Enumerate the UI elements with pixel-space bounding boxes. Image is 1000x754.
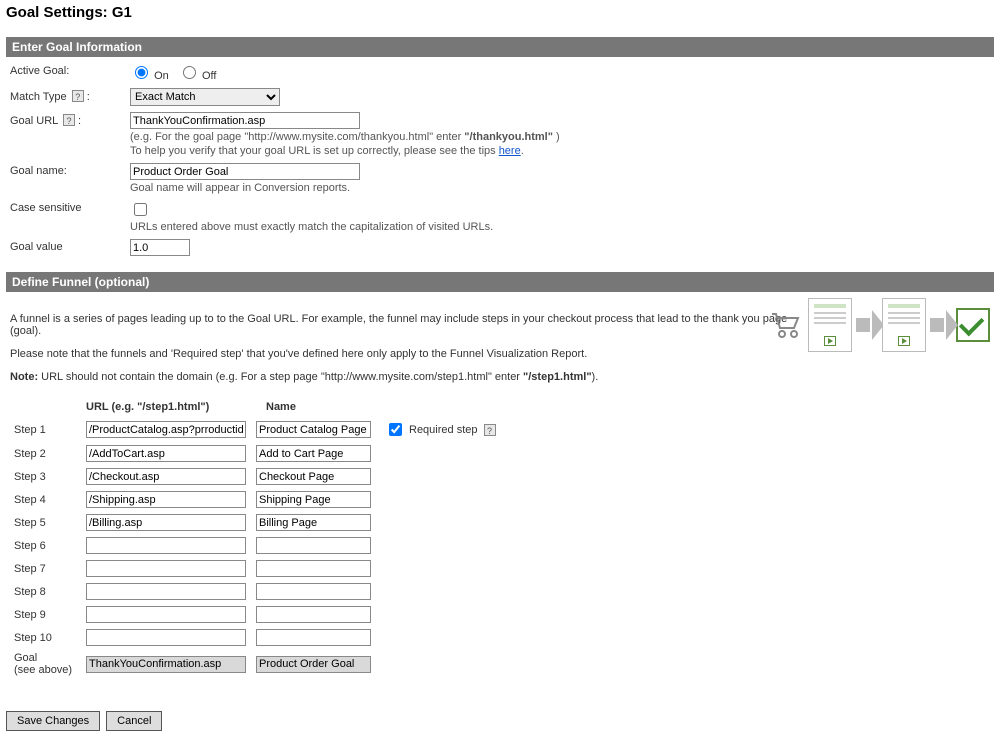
step-row: Step 10 bbox=[10, 626, 990, 649]
step-row: Step 9 bbox=[10, 603, 990, 626]
step-url-input[interactable] bbox=[86, 421, 246, 438]
step-name-input[interactable] bbox=[256, 560, 371, 577]
help-icon[interactable]: ? bbox=[484, 424, 496, 436]
step-row: Step 2 bbox=[10, 442, 990, 465]
label-required-step: Required step bbox=[409, 424, 478, 436]
step-name-input[interactable] bbox=[256, 491, 371, 508]
step-label: Step 9 bbox=[14, 609, 86, 621]
step-name-input[interactable] bbox=[256, 629, 371, 646]
input-goal-value[interactable] bbox=[130, 239, 190, 256]
label-goal-value: Goal value bbox=[10, 239, 130, 253]
step-label: Step 5 bbox=[14, 517, 86, 529]
input-goal-name-readonly bbox=[256, 656, 371, 673]
select-match-type[interactable]: Exact MatchHead MatchRegular Expression … bbox=[130, 88, 280, 106]
step-label: Step 8 bbox=[14, 586, 86, 598]
step-name-input[interactable] bbox=[256, 606, 371, 623]
link-tips-here[interactable]: here bbox=[499, 145, 521, 157]
colon: : bbox=[87, 91, 90, 103]
section-header-funnel: Define Funnel (optional) bbox=[6, 272, 994, 292]
label-active-goal: Active Goal: bbox=[10, 63, 130, 77]
funnel-intro-2: Please note that the funnels and 'Requir… bbox=[10, 348, 790, 360]
step-row: Step 6 bbox=[10, 534, 990, 557]
label-case-sensitive: Case sensitive bbox=[10, 200, 130, 214]
label-goal-name: Goal name: bbox=[10, 163, 130, 177]
label-goal-url: Goal URL bbox=[10, 115, 58, 127]
checkbox-case-sensitive[interactable] bbox=[134, 203, 147, 216]
label-goal-row: Goal bbox=[14, 652, 37, 664]
input-goal-name[interactable] bbox=[130, 163, 360, 180]
step-label: Step 6 bbox=[14, 540, 86, 552]
row-case-sensitive: Case sensitive URLs entered above must e… bbox=[6, 194, 994, 233]
step-label: Step 4 bbox=[14, 494, 86, 506]
page-icon bbox=[808, 298, 852, 352]
step-row: Step 1 Required step ? bbox=[10, 417, 990, 442]
step-url-input[interactable] bbox=[86, 560, 246, 577]
col-header-url: URL bbox=[86, 401, 108, 413]
radio-on-wrap[interactable]: On bbox=[130, 70, 172, 82]
hint-goal-url-example: (e.g. For the goal page "http://www.mysi… bbox=[130, 131, 990, 143]
funnel-intro-1: A funnel is a series of pages leading up… bbox=[10, 313, 790, 337]
step-url-input[interactable] bbox=[86, 468, 246, 485]
step-url-input[interactable] bbox=[86, 606, 246, 623]
radio-off-label: Off bbox=[202, 70, 216, 82]
step-url-input[interactable] bbox=[86, 537, 246, 554]
step-url-input[interactable] bbox=[86, 514, 246, 531]
radio-off[interactable] bbox=[183, 66, 196, 79]
checkbox-required-step[interactable] bbox=[389, 423, 402, 436]
step-row: Step 5 bbox=[10, 511, 990, 534]
label-goal-row-sub: (see above) bbox=[14, 664, 72, 676]
step-name-input[interactable] bbox=[256, 421, 371, 438]
row-goal-url: Goal URL ? : (e.g. For the goal page "ht… bbox=[6, 106, 994, 157]
funnel-step-table: URL (e.g. "/step1.html") Name Step 1 Req… bbox=[10, 401, 990, 679]
step-url-input[interactable] bbox=[86, 445, 246, 462]
step-url-input[interactable] bbox=[86, 629, 246, 646]
step-name-input[interactable] bbox=[256, 583, 371, 600]
hint-goal-name: Goal name will appear in Conversion repo… bbox=[130, 182, 990, 194]
funnel-illustration bbox=[770, 298, 990, 352]
radio-on[interactable] bbox=[135, 66, 148, 79]
arrow-icon bbox=[856, 298, 878, 352]
page-title: Goal Settings: G1 bbox=[6, 4, 994, 21]
step-url-input[interactable] bbox=[86, 491, 246, 508]
step-label: Step 3 bbox=[14, 471, 86, 483]
step-url-input[interactable] bbox=[86, 583, 246, 600]
label-match-type: Match Type bbox=[10, 91, 67, 103]
cart-icon bbox=[770, 310, 804, 340]
step-name-input[interactable] bbox=[256, 445, 371, 462]
help-icon[interactable]: ? bbox=[72, 90, 84, 102]
help-icon[interactable]: ? bbox=[63, 114, 75, 126]
checkmark-icon bbox=[956, 308, 990, 342]
col-header-name: Name bbox=[266, 401, 386, 413]
cancel-button[interactable]: Cancel bbox=[106, 711, 162, 731]
colon: : bbox=[78, 115, 81, 127]
radio-on-label: On bbox=[154, 70, 169, 82]
step-row: Step 8 bbox=[10, 580, 990, 603]
goal-readonly-row: Goal (see above) bbox=[10, 649, 990, 679]
radio-off-wrap[interactable]: Off bbox=[178, 70, 217, 82]
step-row: Step 7 bbox=[10, 557, 990, 580]
row-active-goal: Active Goal: On Off bbox=[6, 57, 994, 82]
page-icon bbox=[882, 298, 926, 352]
step-name-input[interactable] bbox=[256, 468, 371, 485]
row-match-type: Match Type ? : Exact MatchHead MatchRegu… bbox=[6, 82, 994, 106]
funnel-note: Note: URL should not contain the domain … bbox=[10, 371, 790, 383]
save-button[interactable]: Save Changes bbox=[6, 711, 100, 731]
row-goal-name: Goal name: Goal name will appear in Conv… bbox=[6, 157, 994, 194]
hint-goal-url-help: To help you verify that your goal URL is… bbox=[130, 145, 990, 157]
input-goal-url[interactable] bbox=[130, 112, 360, 129]
step-label: Step 7 bbox=[14, 563, 86, 575]
step-label: Step 1 bbox=[14, 424, 86, 436]
step-label: Step 10 bbox=[14, 632, 86, 644]
section-header-goal-info: Enter Goal Information bbox=[6, 37, 994, 57]
row-goal-value: Goal value bbox=[6, 233, 994, 256]
step-label: Step 2 bbox=[14, 448, 86, 460]
arrow-icon bbox=[930, 298, 952, 352]
step-row: Step 4 bbox=[10, 488, 990, 511]
hint-case-sensitive: URLs entered above must exactly match th… bbox=[130, 221, 990, 233]
step-name-input[interactable] bbox=[256, 514, 371, 531]
step-name-input[interactable] bbox=[256, 537, 371, 554]
step-row: Step 3 bbox=[10, 465, 990, 488]
input-goal-url-readonly bbox=[86, 656, 246, 673]
